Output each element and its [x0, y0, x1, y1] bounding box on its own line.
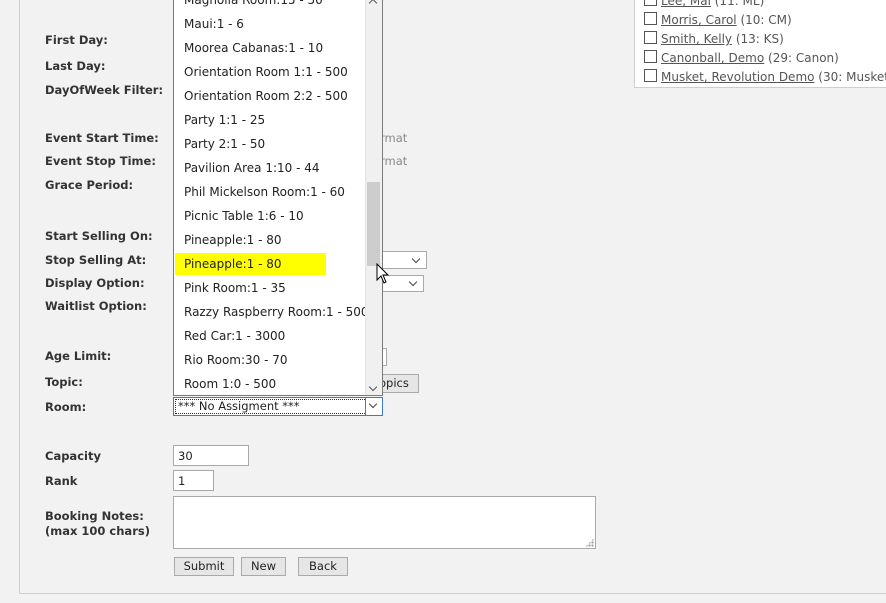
- scrollbar-thumb[interactable]: [367, 182, 380, 266]
- room-option[interactable]: Red Car:1 - 3000: [175, 325, 285, 347]
- participant-checkbox[interactable]: [644, 50, 657, 63]
- last-day-label: Last Day:: [45, 59, 106, 73]
- room-option[interactable]: Orientation Room 2:2 - 500: [175, 85, 348, 107]
- rank-input[interactable]: [173, 470, 214, 491]
- room-option[interactable]: Party 1:1 - 25: [175, 109, 265, 131]
- room-select-button[interactable]: [365, 398, 382, 415]
- room-dropdown-list[interactable]: Magnolia Room:15 - 50 Maui:1 - 6 Moorea Ca…: [173, 0, 383, 396]
- room-option[interactable]: Orientation Room 1:1 - 500: [175, 61, 348, 83]
- room-option[interactable]: Party 2:1 - 50: [175, 133, 265, 155]
- participant-row[interactable]: Lee, Mai (11: ML): [644, 0, 764, 12]
- room-option[interactable]: Pineapple:1 - 80: [175, 229, 282, 251]
- start-time-format-hint: rmat: [380, 131, 408, 145]
- event-stop-time-label: Event Stop Time:: [45, 154, 156, 168]
- room-select[interactable]: *** No Assigment ***: [173, 397, 383, 416]
- room-option[interactable]: Pink Room:1 - 35: [175, 277, 286, 299]
- mouse-pointer-icon: [376, 263, 390, 284]
- rank-label: Rank: [45, 474, 78, 488]
- participant-code: (11: ML): [714, 0, 765, 8]
- participant-checkbox[interactable]: [644, 0, 657, 6]
- room-option[interactable]: Picnic Table 1:6 - 10: [175, 205, 304, 227]
- participant-list: Lee, Mai (11: ML) Morris, Carol (10: CM)…: [634, 0, 886, 88]
- stop-selling-at-label: Stop Selling At:: [45, 253, 147, 267]
- topic-label: Topic:: [45, 375, 83, 389]
- participant-row[interactable]: Musket, Revolution Demo (30: Musket): [644, 69, 886, 88]
- booking-notes-textarea[interactable]: [173, 496, 596, 549]
- participant-name-link[interactable]: Morris, Carol: [661, 13, 737, 27]
- participant-code: (13: KS): [735, 32, 784, 46]
- waitlist-option-label: Waitlist Option:: [45, 299, 147, 313]
- participant-row[interactable]: Canonball, Demo (29: Canon): [644, 50, 839, 69]
- chevron-down-icon: [368, 399, 378, 409]
- participant-code: (29: Canon): [768, 51, 839, 65]
- participant-name-link[interactable]: Smith, Kelly: [661, 32, 732, 46]
- first-day-label: First Day:: [45, 33, 108, 47]
- participant-row[interactable]: Smith, Kelly (13: KS): [644, 31, 784, 50]
- room-label: Room:: [45, 400, 87, 414]
- room-option[interactable]: Pavilion Area 1:10 - 44: [175, 157, 320, 179]
- scroll-down-arrow-icon[interactable]: [368, 382, 378, 392]
- participant-name-link[interactable]: Lee, Mai: [661, 0, 711, 8]
- room-option[interactable]: Maui:1 - 6: [175, 13, 244, 35]
- scroll-up-arrow-icon[interactable]: [368, 0, 378, 8]
- participant-name-link[interactable]: Canonball, Demo: [661, 51, 764, 65]
- room-option[interactable]: Moorea Cabanas:1 - 10: [175, 37, 323, 59]
- room-option[interactable]: Pineapple:1 - 80: [175, 253, 326, 275]
- submit-button[interactable]: Submit: [174, 557, 234, 576]
- start-selling-on-label: Start Selling On:: [45, 229, 153, 243]
- booking-notes-limit-label: (max 100 chars): [45, 524, 150, 538]
- room-option[interactable]: Phil Mickelson Room:1 - 60: [175, 181, 345, 203]
- event-start-time-label: Event Start Time:: [45, 131, 159, 145]
- room-option[interactable]: Rio Room:30 - 70: [175, 349, 288, 371]
- chevron-down-icon: [408, 277, 418, 287]
- dropdown-scrollbar[interactable]: [365, 0, 382, 395]
- participant-checkbox[interactable]: [644, 31, 657, 44]
- room-select-value: *** No Assigment ***: [178, 399, 300, 413]
- participant-code: (10: CM): [740, 13, 792, 27]
- room-option[interactable]: Magnolia Room:15 - 50: [175, 0, 323, 11]
- participant-checkbox[interactable]: [644, 69, 657, 82]
- participant-checkbox[interactable]: [644, 12, 657, 25]
- room-option[interactable]: Room 1:0 - 500: [175, 373, 276, 395]
- booking-notes-label: Booking Notes:: [45, 509, 144, 523]
- capacity-input[interactable]: [173, 445, 249, 466]
- grace-period-label: Grace Period:: [45, 178, 134, 192]
- day-of-week-filter-label: DayOfWeek Filter:: [45, 83, 164, 97]
- participant-row[interactable]: Morris, Carol (10: CM): [644, 12, 792, 31]
- back-button[interactable]: Back: [298, 557, 348, 576]
- participant-code: (30: Musket): [818, 70, 886, 84]
- display-option-label: Display Option:: [45, 276, 145, 290]
- stop-time-format-hint: rmat: [380, 154, 408, 168]
- room-option[interactable]: Razzy Raspberry Room:1 - 500: [175, 301, 369, 323]
- participant-name-link[interactable]: Musket, Revolution Demo: [661, 70, 814, 84]
- new-button[interactable]: New: [241, 557, 286, 576]
- age-limit-label: Age Limit:: [45, 349, 112, 363]
- capacity-label: Capacity: [45, 449, 101, 463]
- chevron-down-icon: [411, 254, 421, 264]
